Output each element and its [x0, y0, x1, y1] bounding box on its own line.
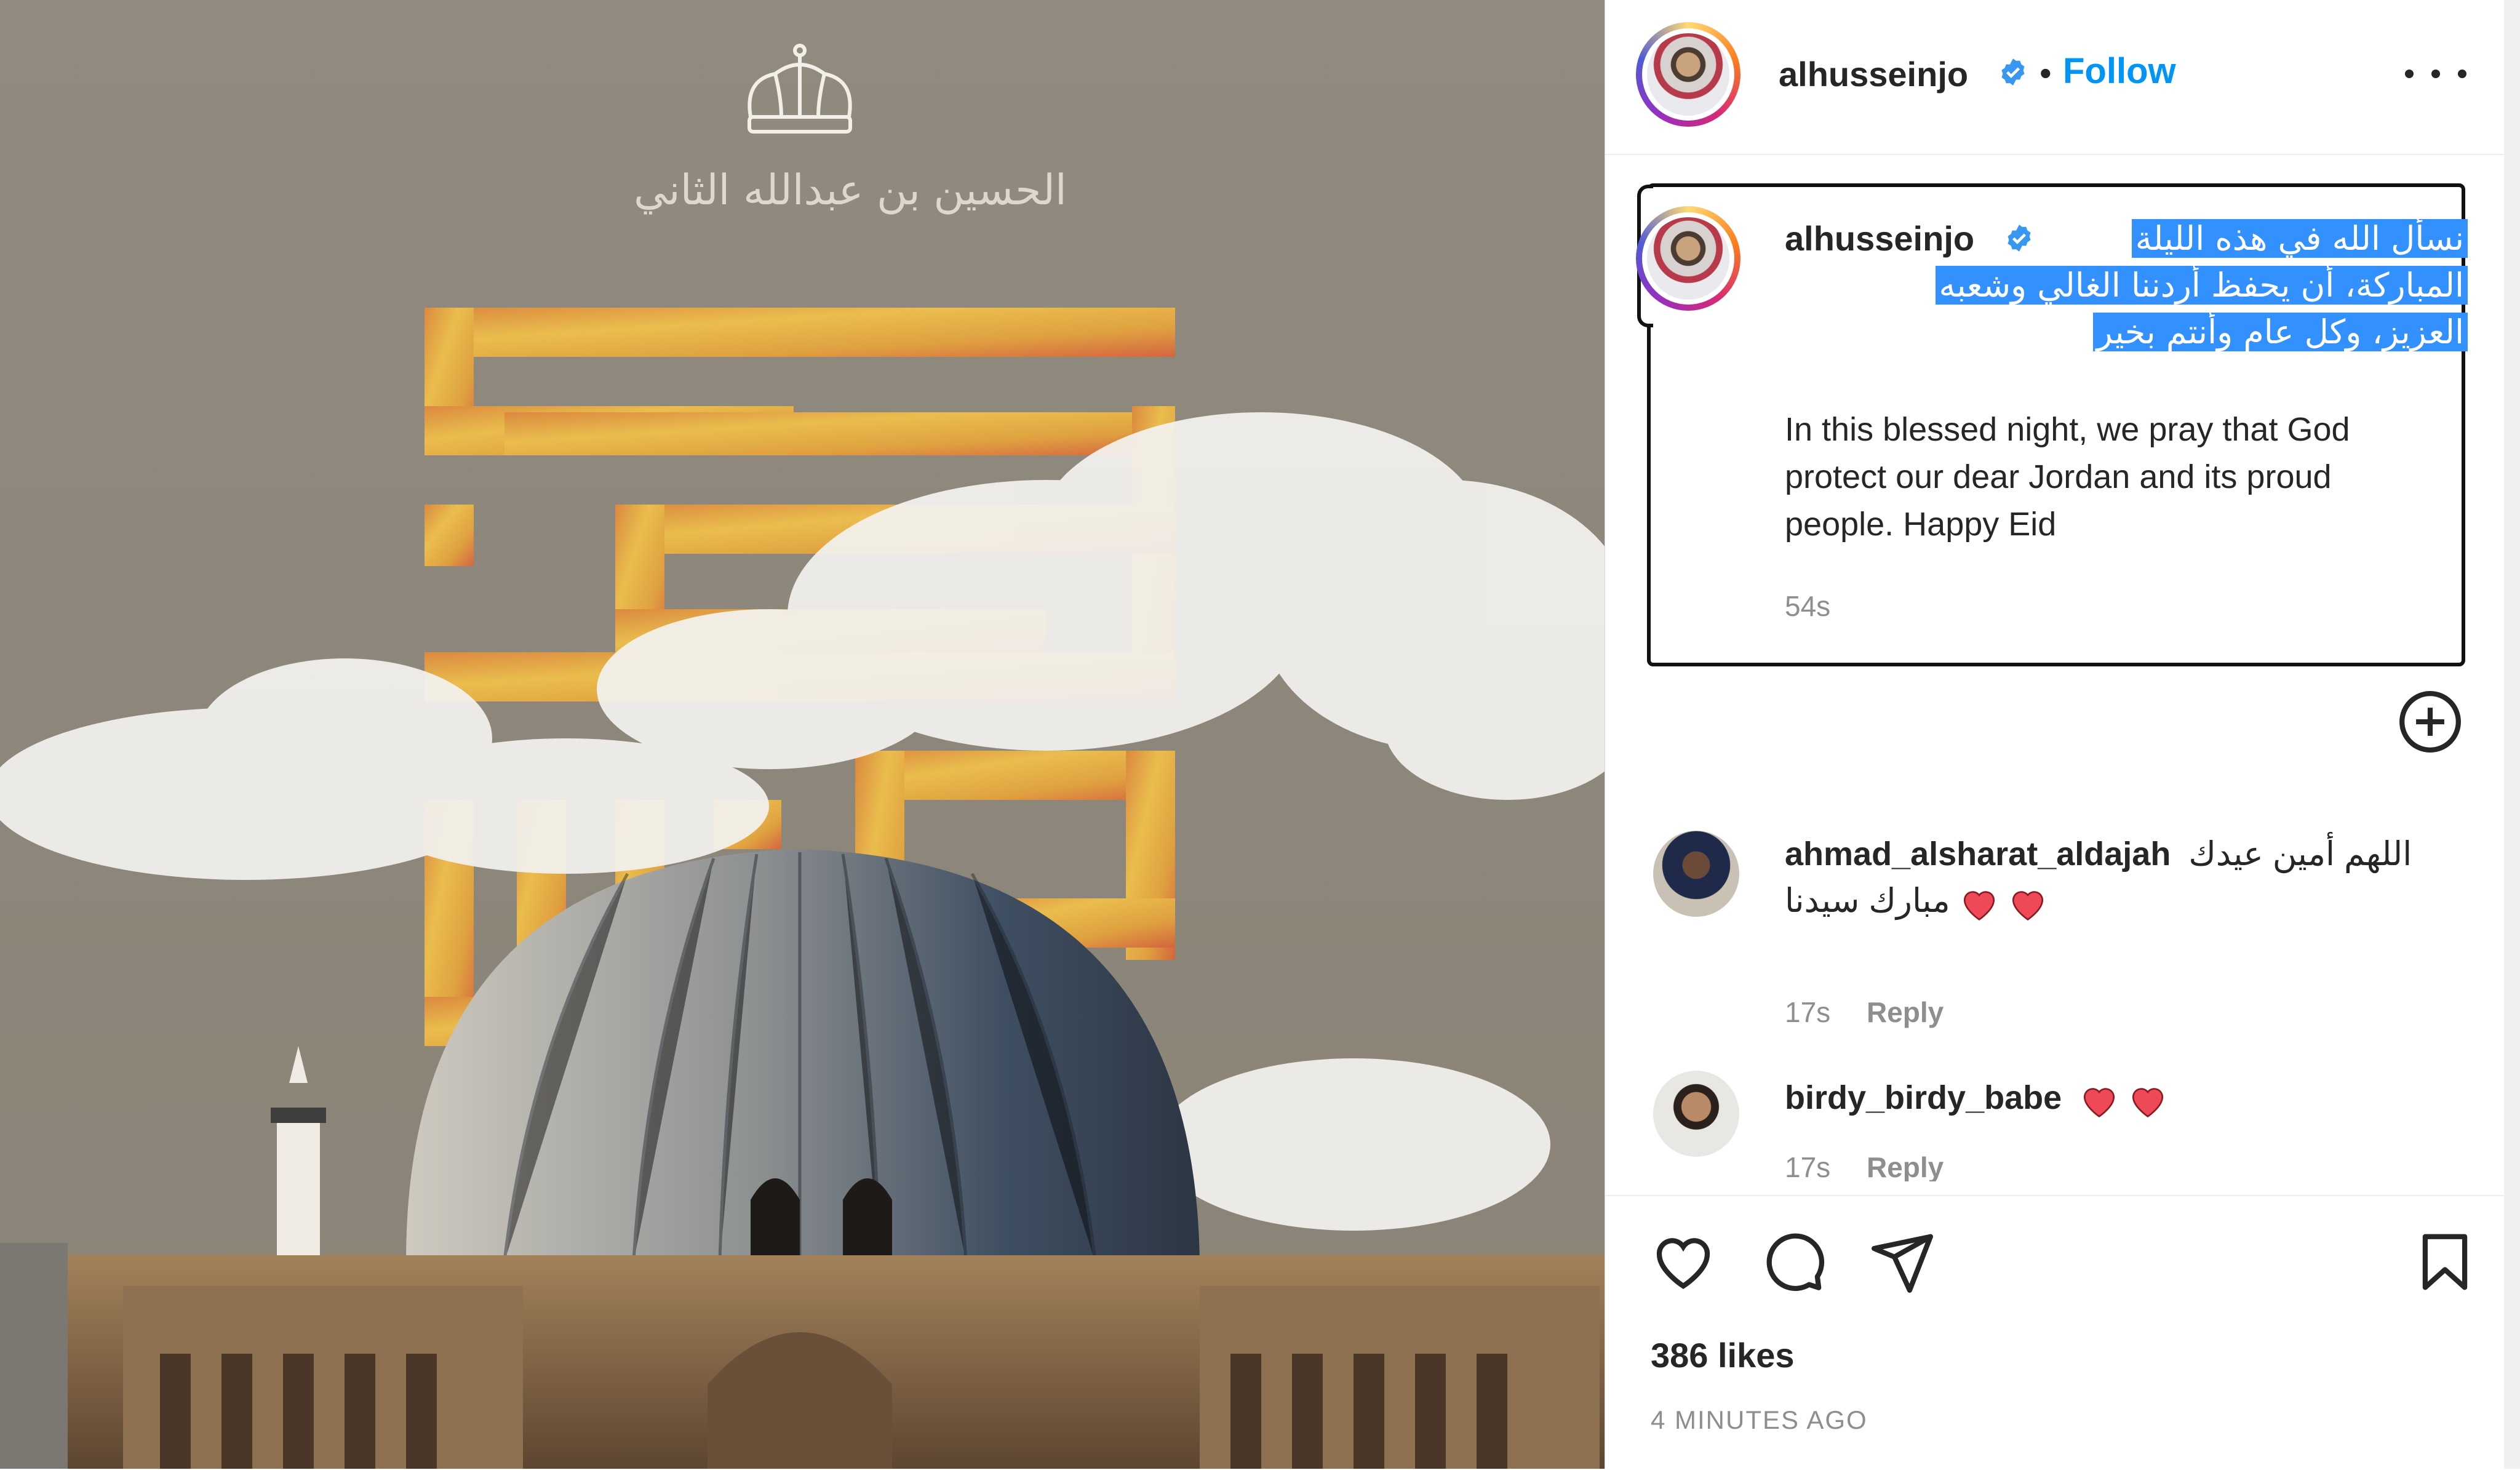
- separator-dot: •: [2040, 54, 2052, 92]
- commenter-avatar[interactable]: [1653, 1071, 1739, 1157]
- caption-username[interactable]: alhusseinjo: [1785, 218, 1974, 258]
- send-icon[interactable]: [1868, 1228, 1936, 1296]
- red-heart-emoji-icon: [1963, 890, 1995, 921]
- comment-timestamp: 17s: [1785, 1151, 1831, 1181]
- post-side-panel: alhusseinjo • Follow نسأل الله في هذه ال…: [1605, 0, 2505, 1469]
- red-heart-emoji-icon: [2132, 1087, 2164, 1117]
- comment-icon[interactable]: [1759, 1228, 1827, 1296]
- post-actions: 386 likes 4 MINUTES AGO: [1605, 1195, 2505, 1470]
- red-heart-emoji-icon: [2084, 1087, 2115, 1117]
- comment-meta: 17s Reply: [1785, 996, 1944, 1029]
- comment-meta: 17s Reply: [1785, 1151, 1944, 1181]
- more-options-icon[interactable]: [2405, 55, 2466, 92]
- verified-badge-icon: [2001, 58, 2025, 86]
- likes-count[interactable]: 386 likes: [1651, 1335, 1795, 1375]
- comments-list[interactable]: ahmad_alsharat_aldajah اللهم أمين عيدك م…: [1605, 800, 2505, 1181]
- post-header: alhusseinjo • Follow: [1605, 0, 2505, 155]
- follow-button[interactable]: Follow: [2063, 50, 2176, 92]
- comment-username[interactable]: birdy_birdy_babe: [1785, 1079, 2062, 1116]
- arabic-caption-line-3: العزيز، وكل عام وأنتم بخير: [2092, 313, 2468, 351]
- verified-badge-icon: [2008, 225, 2031, 252]
- reply-button[interactable]: Reply: [1867, 1151, 1944, 1181]
- comment-timestamp: 17s: [1785, 996, 1831, 1028]
- arabic-caption-line-1: نسأل الله في هذه الليلة: [2131, 219, 2468, 258]
- commenter-avatar[interactable]: [1653, 831, 1739, 917]
- page-scrollbar[interactable]: [2504, 0, 2520, 1469]
- english-caption: In this blessed night, we pray that God …: [1785, 411, 2350, 543]
- post-image[interactable]: الحسين بن عبدالله الثاني: [0, 0, 1605, 1469]
- reply-button[interactable]: Reply: [1867, 996, 1944, 1028]
- heart-outline-icon[interactable]: [1649, 1228, 1717, 1296]
- caption-timestamp: 54s: [1785, 590, 1831, 622]
- post-timestamp[interactable]: 4 MINUTES AGO: [1651, 1405, 1868, 1435]
- plus-circle-icon[interactable]: [2396, 688, 2464, 756]
- bookmark-icon[interactable]: [2411, 1228, 2479, 1296]
- arabic-caption-line-2: المباركة، أن يحفظ أردننا الغالي وشعبه: [1935, 266, 2468, 305]
- dome-landscape: [0, 849, 1605, 1469]
- author-avatar[interactable]: [1636, 22, 1740, 127]
- comment-body: birdy_birdy_babe: [1785, 1074, 2480, 1121]
- comment-username[interactable]: ahmad_alsharat_aldajah: [1785, 836, 2171, 873]
- red-heart-emoji-icon: [2012, 890, 2043, 921]
- author-username[interactable]: alhusseinjo: [1779, 54, 1968, 94]
- caption-author-avatar[interactable]: [1636, 206, 1740, 311]
- comment-body: ahmad_alsharat_aldajah اللهم أمين عيدك م…: [1785, 831, 2480, 924]
